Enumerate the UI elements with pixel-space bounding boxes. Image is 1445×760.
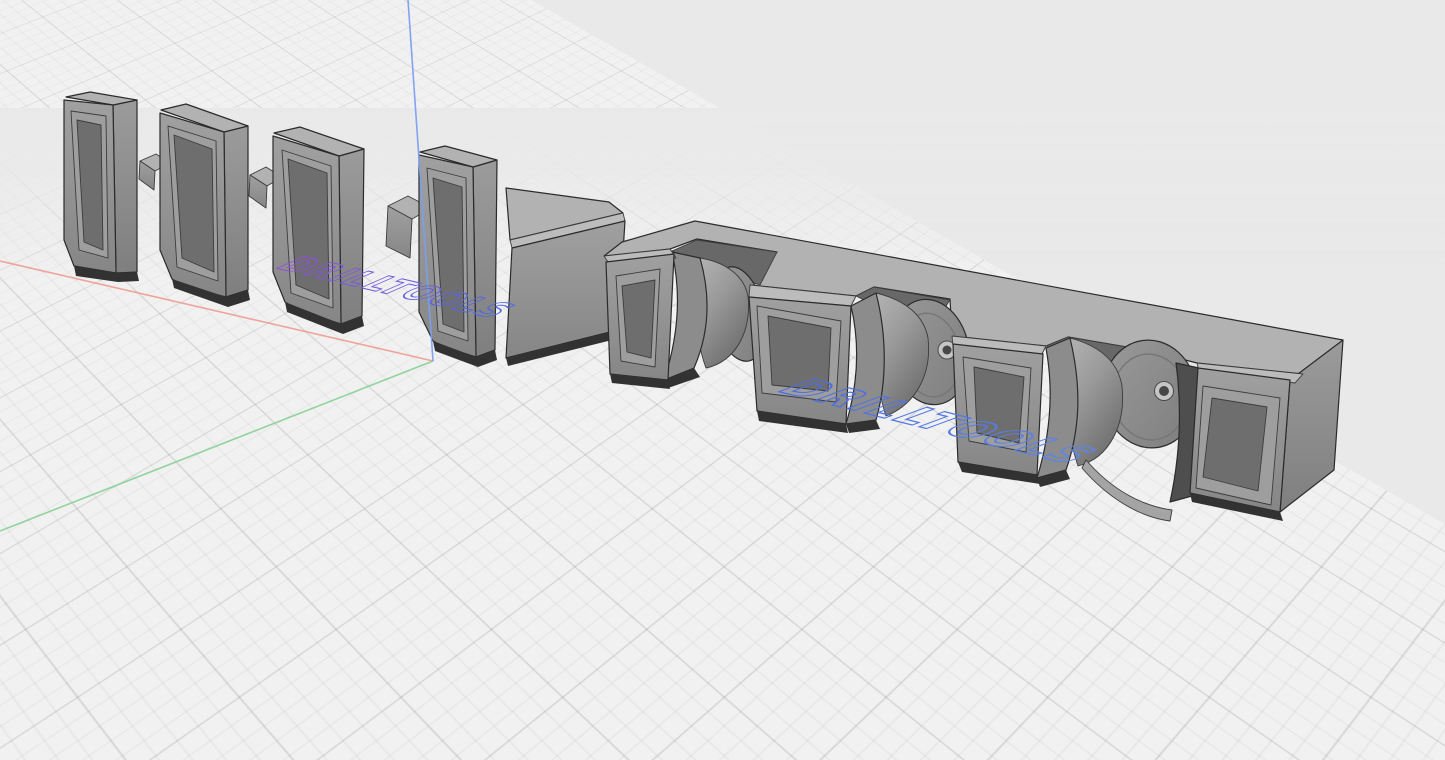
post-4-side-face bbox=[473, 160, 497, 357]
left-model-slot-comb-bracket[interactable] bbox=[64, 92, 625, 367]
boss-4-pocket bbox=[1203, 398, 1267, 491]
right-model-tool-holder-bar[interactable] bbox=[604, 221, 1343, 521]
left-model-post-2 bbox=[160, 104, 250, 307]
left-model-post-3 bbox=[273, 127, 364, 334]
cad-viewport[interactable]: DRILLTOOLS DRILLTOOLS bbox=[0, 0, 1445, 760]
post-3-side-face bbox=[339, 149, 364, 324]
cradle-3-front-lip bbox=[1082, 460, 1172, 521]
left-model-post-1 bbox=[64, 92, 139, 282]
bore-hole-2 bbox=[1159, 386, 1169, 396]
bar-left-end-cap bbox=[604, 249, 676, 389]
end-cap-pocket bbox=[622, 280, 655, 358]
cradle-3 bbox=[1037, 334, 1204, 521]
cad-app: { "viewport": { "type": "3d-cad-viewport… bbox=[0, 0, 1445, 760]
post-2-side-face bbox=[224, 126, 248, 297]
y-axis-line bbox=[0, 361, 433, 531]
bore-hole-1 bbox=[943, 346, 952, 355]
post-1-side-face bbox=[113, 100, 137, 273]
scene-layer: DRILLTOOLS DRILLTOOLS bbox=[0, 0, 1445, 760]
